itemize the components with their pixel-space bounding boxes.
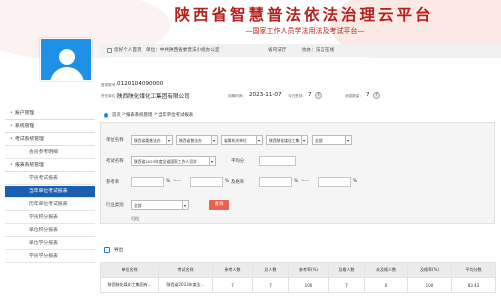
messages-count: 7 [366,92,370,98]
chevron-down-icon [345,136,351,144]
cell-unit-name: 陕西陕化煤化工集团有... [100,277,159,293]
avg-label: 平均分 [231,159,245,164]
unit-select-5[interactable]: 全部 [312,135,352,145]
sidebar-item-current-unit-report[interactable]: 当年单位考试报表 [5,186,95,198]
unit-label: 单位名称 [106,138,124,143]
table-header-row: 单位名称 考试名称 参考人数 总人数 参考率(%) 及格人数 未及格人数 及格率… [100,262,496,278]
home-icon [103,112,109,118]
unit-select-1[interactable]: 陕西省委普法办 [131,135,173,145]
assist-info: 协办：法言在线 [302,48,335,53]
range-separator: ----- [173,179,181,184]
sidebar: 账户管理 系统管理 考试系统管理 会员参考明细 报表系统管理 学员考试报表 当年… [5,100,95,300]
cell-passed: 7 [328,277,365,293]
cell-avg-score: 83.43 [451,277,496,293]
cell-participants: 7 [212,277,253,293]
sidebar-item-unit-credits-report[interactable]: 单位学分报表 [5,238,95,250]
report-table: 单位名称 考试名称 参考人数 总人数 参考率(%) 及格人数 未及格人数 及格率… [100,262,496,293]
platform-subtitle: —国家工作人员学法用法及考试平台— [245,27,365,35]
breadcrumb-section[interactable]: 报表系统管理 [126,112,152,118]
messages-label: 消息数量： [345,94,363,98]
unit-select-2[interactable]: 陕西省普法办 [176,135,218,145]
checkin-count: 7 [308,92,312,98]
help-icon[interactable]: ? [315,92,322,99]
exam-label: 考试名称 [106,159,124,164]
participation-label: 参考率 [106,180,120,185]
chevron-down-icon [211,136,217,144]
unit-select-3[interactable]: 省属机关单位 [221,135,263,145]
archive-link[interactable]: 归档 [131,216,139,222]
table-row[interactable]: 陕西陕化煤化工集团有... 陕西省2023年度全... 7 7 100 7 0 … [100,277,496,293]
percent-sign: % [166,179,171,184]
home-icon [107,48,112,53]
province-info: 省司法厅 [268,48,287,53]
pass-from-input[interactable] [259,177,292,187]
cell-exam-name: 陕西省2023年度全... [158,277,213,293]
percent-sign: % [353,179,358,184]
cell-participation-rate: 100 [288,277,329,293]
sidebar-item-exam-system[interactable]: 考试系统管理 [5,134,95,146]
platform-title: 陕西省智慧普法依法治理云平台 [174,5,434,24]
sidebar-item-system[interactable]: 系统管理 [5,121,95,133]
checkin-label: 今日签到： [288,94,306,98]
col-participation-rate[interactable]: 参考率(%) [288,262,329,278]
col-pass-rate[interactable]: 及格率(%) [407,262,452,278]
col-passed[interactable]: 及格人数 [328,262,365,278]
cell-pass-rate: 100 [407,277,452,293]
info-strip: 您好个人首页 单位：中共陕西省委普法小组办公室 省司法厅 协办：法言在线 [100,44,501,57]
percent-sign: % [294,179,299,184]
industry-label: 行业类别 [106,203,124,208]
unit-select-4[interactable]: 陕西陕化煤化工集 [266,135,308,145]
col-failed[interactable]: 未及格人数 [364,262,408,278]
avg-input[interactable] [259,156,296,166]
col-unit-name[interactable]: 单位名称 [100,262,159,278]
sidebar-item-student-points-report[interactable]: 学员积分报表 [5,212,95,224]
avatar[interactable] [40,38,92,81]
export-bar: 导出 [100,244,495,258]
chevron-down-icon [256,136,262,144]
cell-failed: 0 [364,277,408,293]
sidebar-item-account[interactable]: 账户管理 [5,108,95,120]
export-icon[interactable] [104,247,110,253]
participation-from-input[interactable] [131,177,164,187]
sidebar-item-member-exam-detail[interactable]: 会员参考明细 [5,147,95,159]
expire-label: 到期时间： [228,94,246,98]
breadcrumb: 首页 > 报表系统管理 > 当年单位考试报表 [100,110,501,121]
percent-sign: % [225,179,230,184]
chevron-down-icon [301,136,307,144]
exam-select[interactable]: 陕西省2023年度全省国家工作人员学 [131,156,216,166]
unit-info: 单位：中共陕西省委普法小组办公室 [146,48,220,53]
range-separator: ----- [301,179,309,184]
expire-value: 2023-11-07 [249,92,282,98]
sidebar-item-history-unit-report[interactable]: 历年单位考试报表 [5,199,95,211]
pass-rate-label: 及格率 [231,180,245,185]
help-icon-2[interactable]: ? [373,92,380,99]
portal-link[interactable]: 您好个人首页 [114,47,142,53]
col-participants[interactable]: 参考人数 [212,262,253,278]
col-exam-name[interactable]: 考试名称 [158,262,213,278]
breadcrumb-home[interactable]: 首页 [112,112,121,118]
col-total[interactable]: 总人数 [252,262,289,278]
cell-total: 7 [252,277,289,293]
pass-to-input[interactable] [318,177,351,187]
chevron-down-icon [182,201,188,209]
login-value: 0120104090000 [117,81,164,87]
sidebar-item-unit-points-report[interactable]: 单位积分报表 [5,225,95,237]
org-value: 陕西陕化煤化工集团有限公司 [117,94,190,100]
export-button[interactable]: 导出 [114,247,123,253]
breadcrumb-current: 当年单位考试报表 [158,113,194,118]
participation-to-input[interactable] [190,177,223,187]
sidebar-item-student-credits-report[interactable]: 学员学分报表 [5,251,95,263]
industry-select[interactable]: 全部 [131,200,189,210]
search-button[interactable]: 查询 [209,200,229,210]
col-avg-score[interactable]: 平均分数 [451,262,496,278]
sidebar-item-report-system[interactable]: 报表系统管理 [5,160,95,172]
chevron-down-icon [209,157,215,165]
chevron-down-icon [166,136,172,144]
sidebar-item-student-exam-report[interactable]: 学员考试报表 [5,173,95,185]
